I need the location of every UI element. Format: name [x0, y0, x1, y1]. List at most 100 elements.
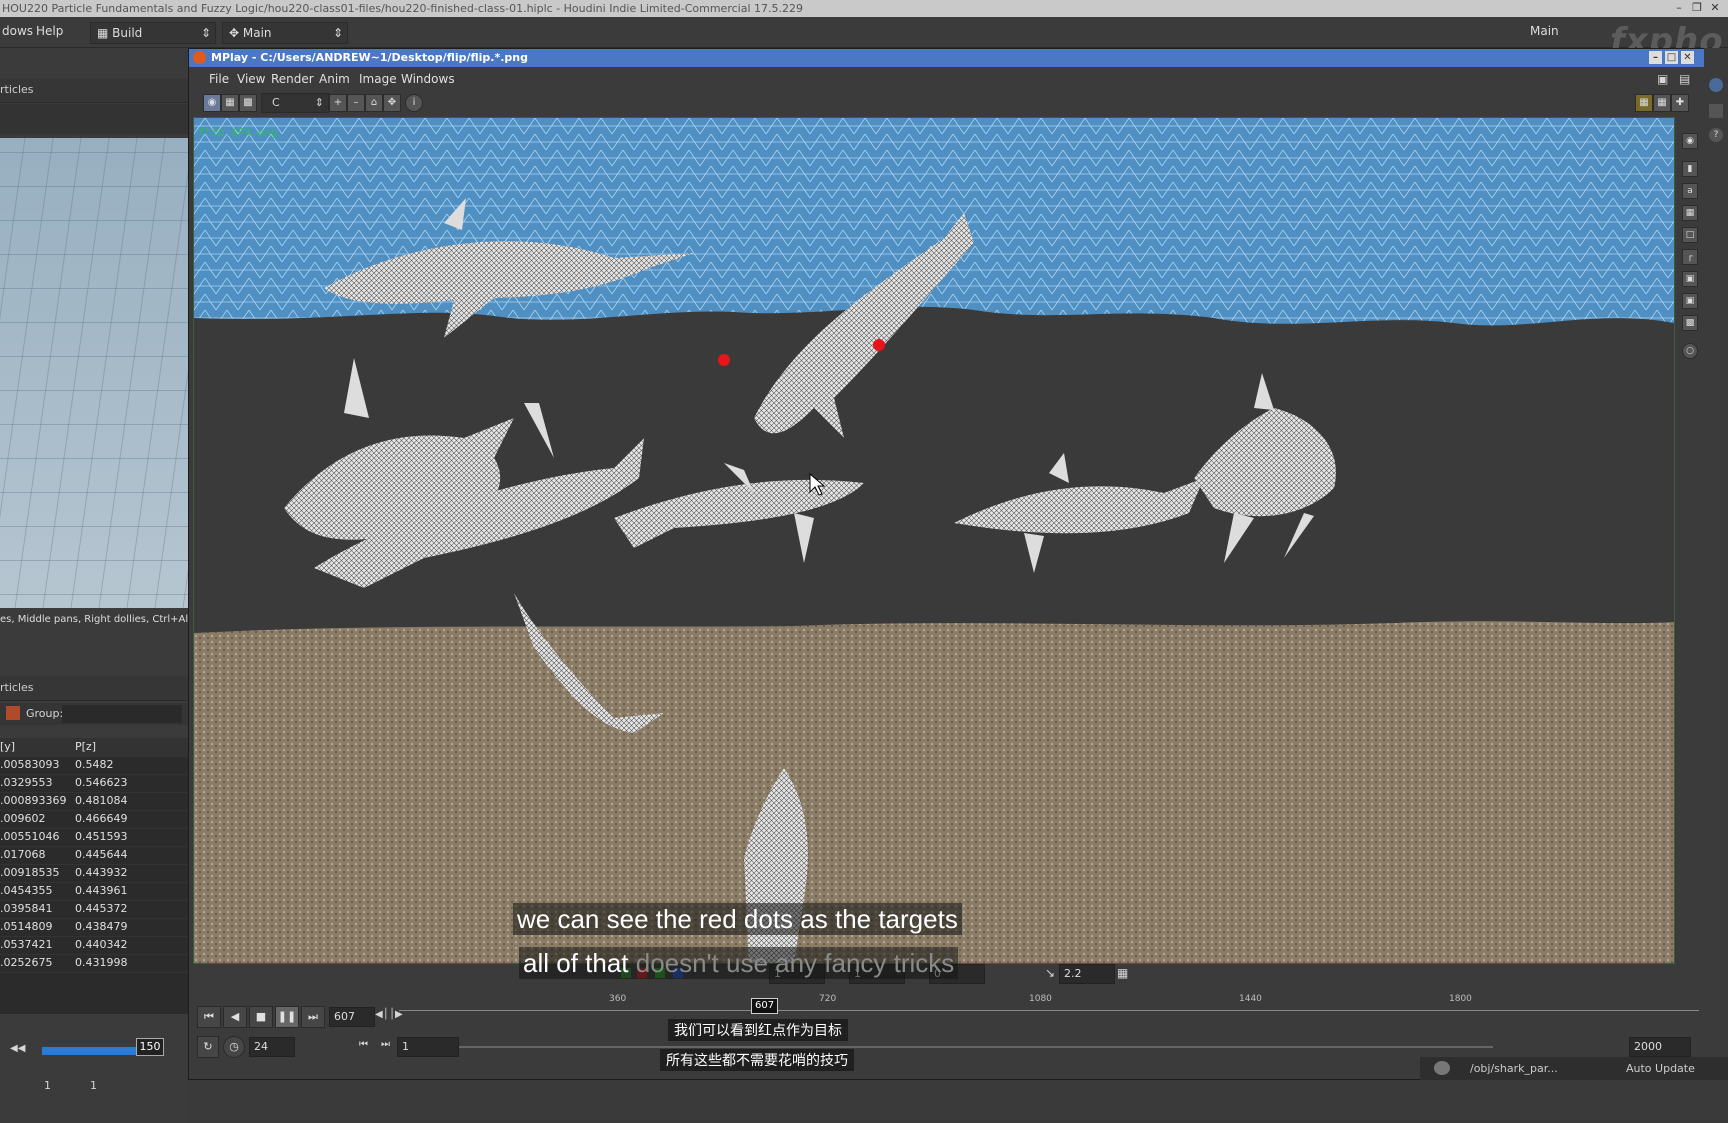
column-header[interactable]: [y]	[0, 738, 70, 756]
menu-file[interactable]: File	[209, 72, 229, 86]
gamma-field[interactable]: 2.2	[1059, 964, 1115, 984]
slider-value[interactable]: 150	[136, 1038, 164, 1056]
channel-value: C	[272, 96, 280, 109]
jump-to-start-button[interactable]: ⏮	[197, 1006, 221, 1028]
table-row: .0537421 0.440342	[0, 936, 188, 955]
eye-icon[interactable]: ◉	[1682, 133, 1698, 149]
end-frame-field[interactable]: 1	[90, 1079, 97, 1092]
menu-render[interactable]: Render	[271, 72, 314, 86]
flipbook-frame	[194, 118, 1674, 963]
current-frame-field[interactable]: 607	[329, 1007, 375, 1027]
close-icon[interactable]: ✕	[1708, 1, 1722, 15]
display-options-icon[interactable]: ▮	[1682, 161, 1698, 177]
network-path[interactable]: /obj/shark_par...	[1470, 1057, 1558, 1080]
split-view-icon[interactable]: ✚	[1671, 94, 1689, 112]
text-icon[interactable]: a	[1682, 183, 1698, 199]
cell: 0.443961	[75, 884, 128, 897]
image-viewer[interactable]: flip.$F4.png	[193, 117, 1675, 964]
restore-icon[interactable]: ❐	[1690, 1, 1704, 15]
step-back-icon[interactable]: ◀◀	[10, 1043, 25, 1054]
start-frame-field[interactable]: 1	[44, 1079, 51, 1092]
help-icon[interactable]: ?	[1709, 128, 1723, 142]
network-icon[interactable]	[1709, 78, 1723, 92]
table-row: .0454355 0.443961	[0, 882, 188, 901]
safe-area-icon[interactable]: ▣	[1682, 271, 1698, 287]
cell: .00583093	[0, 758, 60, 771]
chat-icon[interactable]	[1434, 1061, 1450, 1075]
timeline-track	[399, 1010, 1699, 1011]
group-label: Group:	[26, 707, 64, 720]
magnifier-icon[interactable]: ○	[1682, 343, 1698, 359]
float-icon[interactable]: ▤	[1679, 72, 1690, 86]
jump-to-end-button[interactable]: ⏭	[301, 1006, 325, 1028]
shelf-set-selector[interactable]: ✥ Main ⇕	[222, 22, 348, 44]
cell: 0.438479	[75, 920, 128, 933]
timeline-ruler[interactable]: 360 720 1080 1440 1800 607	[399, 994, 1699, 1016]
main-desk-label[interactable]: Main	[1530, 24, 1559, 38]
mplay-title-bar[interactable]: MPlay - C:/Users/ANDREW~1/Desktop/flip/f…	[189, 49, 1705, 67]
home-icon[interactable]: ⌂	[365, 94, 383, 112]
close-icon[interactable]: ✕	[1681, 51, 1694, 64]
info-icon[interactable]: i	[405, 94, 423, 112]
menu-view[interactable]: View	[237, 72, 265, 86]
menu-anim[interactable]: Anim	[319, 72, 350, 86]
table-row: .017068 0.445644	[0, 846, 188, 865]
menu-windows[interactable]: Windows	[401, 72, 455, 86]
range-end-icon[interactable]: ⏭	[381, 1039, 390, 1050]
zoom-out-icon[interactable]: –	[347, 94, 365, 112]
current-frame-marker[interactable]: 607	[751, 998, 779, 1014]
grid-icon[interactable]: ▦	[1682, 205, 1698, 221]
right-side-strip: ?	[1704, 48, 1728, 1080]
scene-viewport[interactable]	[0, 138, 188, 608]
step-back-icon[interactable]: ◀│	[375, 1009, 389, 1020]
geometry-spreadsheet-tab[interactable]: rticles	[0, 676, 188, 701]
fit-icon[interactable]: ✥	[383, 94, 401, 112]
spreadsheet-toolbar: Group:	[0, 703, 188, 725]
loop-icon[interactable]: ↻	[197, 1036, 219, 1058]
cell: .0329553	[0, 776, 53, 789]
menu-windows[interactable]: dows	[2, 24, 33, 38]
start-frame-field[interactable]: 1	[397, 1037, 459, 1057]
channel-select[interactable]: C ⇕	[261, 93, 329, 113]
shelf-set-label: Main	[242, 26, 272, 40]
cell: .0395841	[0, 902, 53, 915]
minimize-icon[interactable]: –	[1649, 51, 1662, 64]
update-mode[interactable]: Auto Update	[1626, 1057, 1695, 1080]
transform-icon[interactable]: ▩	[1682, 315, 1698, 331]
minimize-icon[interactable]: –	[1672, 1, 1686, 15]
menu-help[interactable]: Help	[36, 24, 63, 38]
desktop-selector[interactable]: ▦ Build ⇕	[90, 22, 216, 44]
layout-icon[interactable]: ▣	[1657, 72, 1668, 86]
region-icon[interactable]: ▣	[1682, 293, 1698, 309]
cell: 0.440342	[75, 938, 128, 951]
zoom-in-icon[interactable]: +	[329, 94, 347, 112]
grid-view-icon[interactable]: ▦	[1653, 94, 1671, 112]
node-icon[interactable]	[6, 706, 20, 720]
guide-icon[interactable]: ┌	[1682, 249, 1698, 265]
lut-icon[interactable]: ▦	[1117, 966, 1128, 980]
crop-icon[interactable]: □	[1682, 227, 1698, 243]
viewport-grid	[0, 138, 188, 608]
range-slider[interactable]	[459, 1046, 1493, 1048]
group-field[interactable]	[62, 705, 182, 723]
compare-icon[interactable]: ▦	[221, 94, 239, 112]
realtime-icon[interactable]: ◷	[223, 1036, 245, 1058]
eye-icon[interactable]	[1709, 104, 1723, 118]
maximize-icon[interactable]: □	[1665, 51, 1678, 64]
pause-button[interactable]: ❚❚	[275, 1006, 299, 1028]
menu-image[interactable]: Image	[359, 72, 397, 86]
column-header[interactable]: P[z]	[75, 738, 155, 756]
fps-field[interactable]: 24	[249, 1037, 295, 1057]
view-mode-icon[interactable]: ◉	[203, 94, 221, 112]
cell: 0.431998	[75, 956, 128, 969]
play-reverse-button[interactable]: ◀	[223, 1006, 247, 1028]
frame-range-slider[interactable]	[42, 1047, 142, 1055]
scene-view-tab[interactable]: rticles	[0, 78, 188, 103]
channel-icon[interactable]: ▩	[239, 94, 257, 112]
range-start-icon[interactable]: ⏮	[359, 1039, 368, 1050]
move-icon: ✥	[229, 26, 240, 40]
stop-button[interactable]: ■	[249, 1006, 273, 1028]
cell: 0.445372	[75, 902, 128, 915]
end-frame-field[interactable]: 2000	[1629, 1037, 1691, 1057]
checker-icon[interactable]: ▦	[1635, 94, 1653, 112]
